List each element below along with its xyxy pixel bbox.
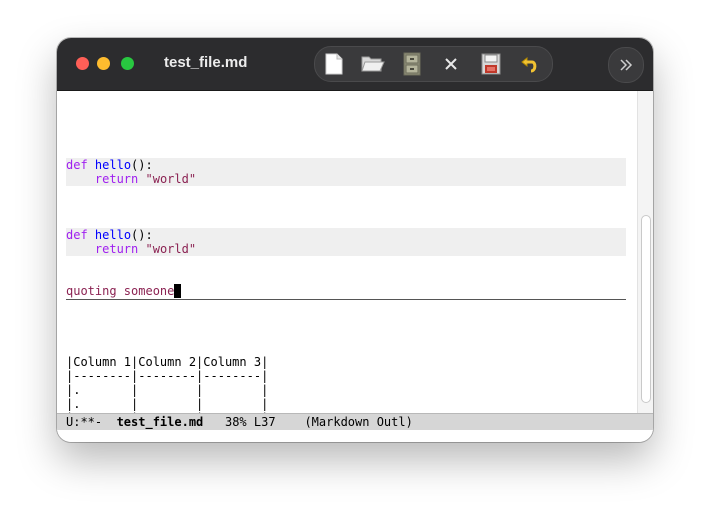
table-line: |--------|--------|--------| — [66, 369, 269, 383]
keyword: return — [94, 242, 139, 256]
echo-area — [57, 430, 653, 442]
code-line: return "world" — [66, 172, 196, 186]
toolbar — [314, 46, 553, 82]
function-name: hello — [94, 228, 132, 242]
emacs-window: test_file.md def hello(): return "world"… — [57, 38, 653, 442]
undo-button[interactable] — [517, 51, 543, 77]
code-line: def hello(): — [66, 158, 153, 172]
file-cabinet-icon — [403, 52, 421, 76]
table-line: |Column 1|Column 2|Column 3| — [66, 355, 269, 369]
zoom-window-button[interactable] — [121, 57, 134, 70]
table-line: |. | | | — [66, 383, 269, 397]
function-params: (): — [131, 158, 153, 172]
text-cursor — [174, 284, 182, 298]
buffer-name[interactable]: test_file.md — [117, 415, 204, 429]
close-window-button[interactable] — [76, 57, 89, 70]
save-button[interactable] — [478, 51, 504, 77]
editor-buffer[interactable]: def hello(): return "world" def hello():… — [57, 91, 637, 425]
keyword: def — [66, 158, 88, 172]
quote-text: quoting someone — [66, 284, 175, 298]
close-buffer-button[interactable] — [438, 51, 464, 77]
keyword: return — [94, 172, 139, 186]
horizontal-rule — [66, 299, 626, 300]
major-mode[interactable]: (Markdown Outl) — [304, 415, 412, 429]
new-file-button[interactable] — [321, 51, 347, 77]
function-name: hello — [94, 158, 132, 172]
blockquote-line: quoting someone — [66, 284, 182, 298]
string-literal: "world" — [145, 172, 197, 186]
floppy-disk-icon — [481, 53, 501, 75]
title-bar: test_file.md — [57, 38, 653, 91]
undo-arrow-icon — [521, 56, 537, 73]
file-cabinet-button[interactable] — [399, 51, 425, 77]
function-params: (): — [131, 228, 153, 242]
new-file-icon — [325, 53, 343, 75]
window-title: test_file.md — [164, 54, 248, 71]
buffer-position: 38% L37 — [224, 415, 276, 429]
scrollbar-thumb[interactable] — [641, 215, 651, 403]
table-line: |. | | | — [66, 397, 269, 411]
string-literal: "world" — [145, 242, 197, 256]
toolbar-overflow-button[interactable] — [608, 47, 644, 83]
folder-open-icon — [361, 56, 385, 72]
keyword: def — [66, 228, 88, 242]
close-x-icon — [445, 58, 457, 70]
code-line: def hello(): — [66, 228, 153, 242]
code-line: return "world" — [66, 242, 196, 256]
minimize-window-button[interactable] — [97, 57, 110, 70]
open-folder-button[interactable] — [360, 51, 386, 77]
buffer-state: U:**- — [66, 415, 103, 429]
double-chevron-right-icon — [620, 59, 633, 71]
mode-line: U:**- test_file.md 38% L37 (Markdown Out… — [57, 413, 653, 430]
vertical-scrollbar[interactable] — [637, 91, 653, 413]
